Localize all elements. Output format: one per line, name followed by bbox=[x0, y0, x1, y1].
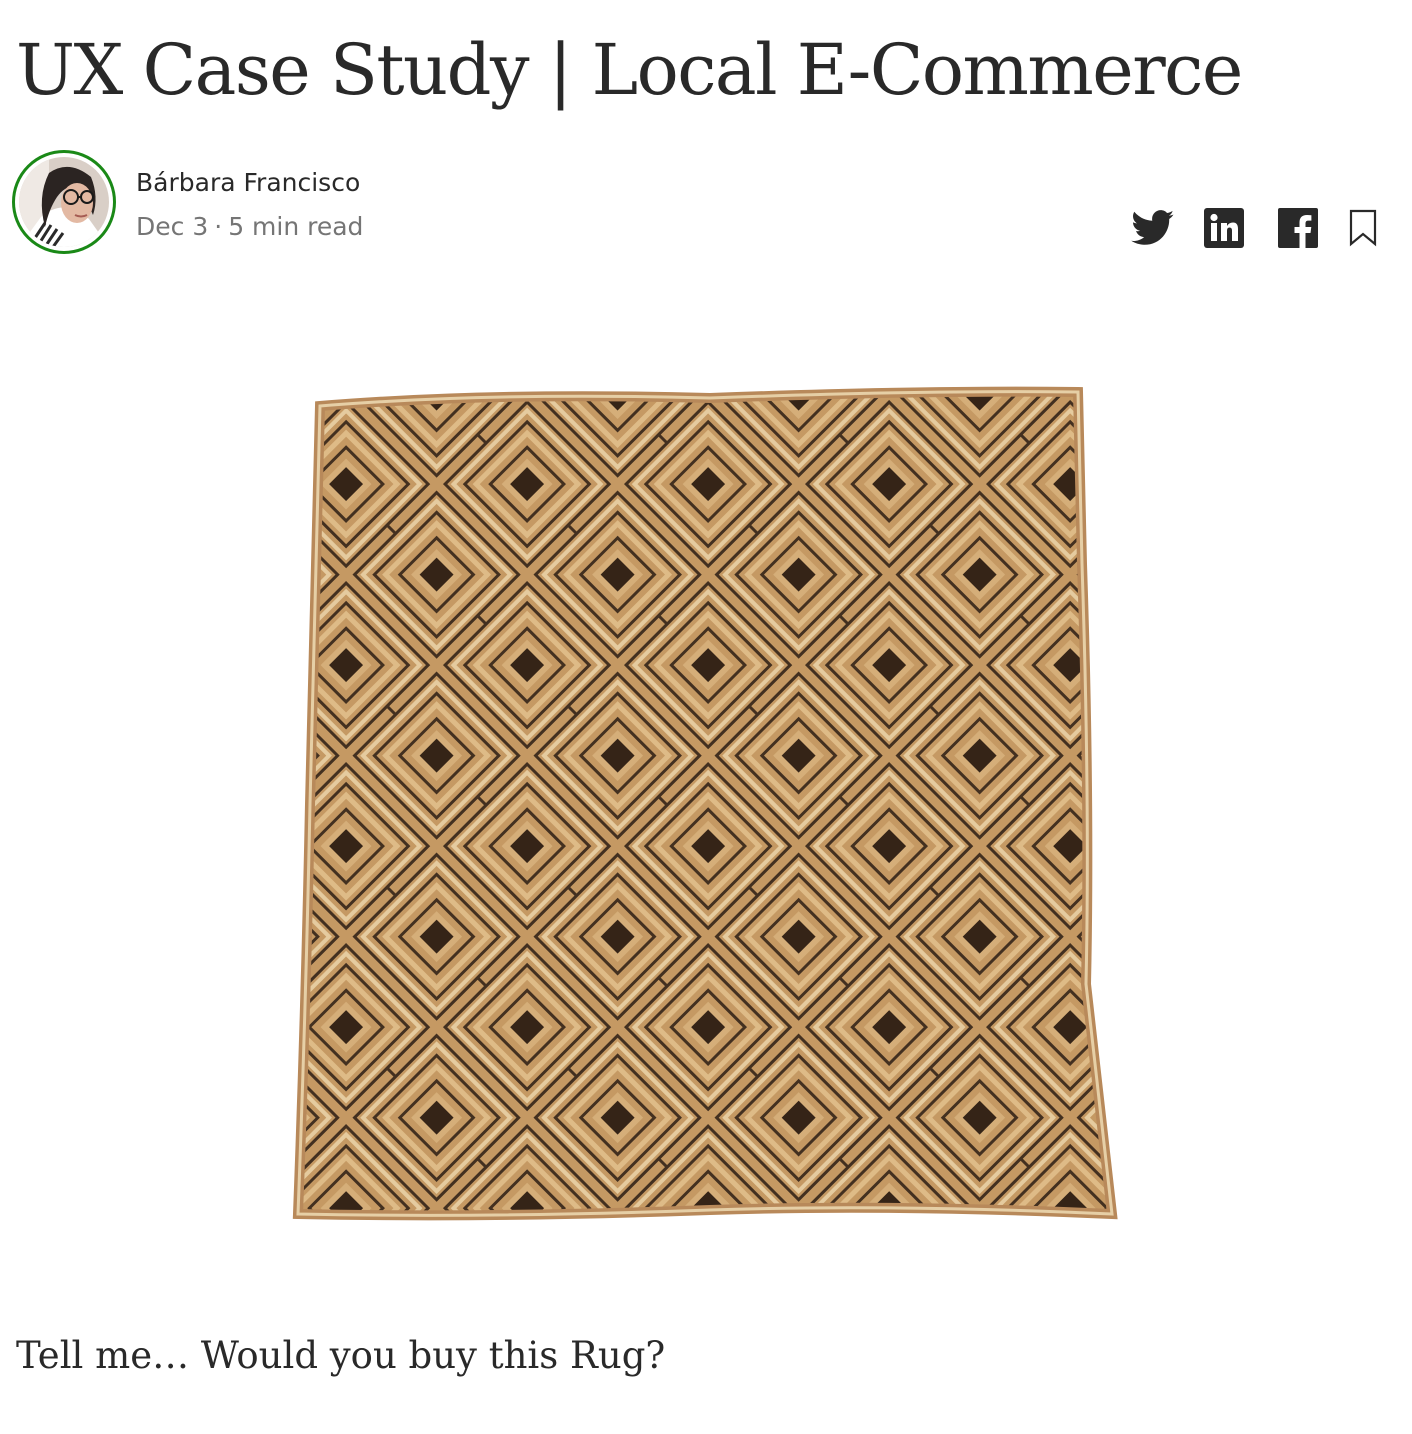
post-meta: Dec 3 · 5 min read bbox=[136, 212, 363, 241]
publish-date: Dec 3 bbox=[136, 212, 209, 241]
author-avatar[interactable] bbox=[12, 150, 116, 254]
hero-image-rug bbox=[290, 384, 1122, 1222]
rug-image bbox=[292, 386, 1118, 1221]
facebook-icon bbox=[1278, 208, 1318, 248]
bookmark-icon bbox=[1349, 209, 1377, 247]
article-first-paragraph: Tell me… Would you buy this Rug? bbox=[16, 1334, 666, 1377]
author-byline: Bárbara Francisco Dec 3 · 5 min read bbox=[12, 150, 532, 266]
twitter-icon bbox=[1131, 210, 1174, 245]
article-title: UX Case Study | Local E-Commerce bbox=[16, 29, 1243, 111]
linkedin-share-button[interactable] bbox=[1204, 208, 1244, 248]
meta-separator: · bbox=[214, 212, 223, 241]
share-actions bbox=[1130, 206, 1378, 250]
bookmark-button[interactable] bbox=[1348, 209, 1378, 247]
linkedin-icon bbox=[1204, 208, 1244, 248]
author-name[interactable]: Bárbara Francisco bbox=[136, 168, 360, 197]
facebook-share-button[interactable] bbox=[1278, 208, 1318, 248]
twitter-share-button[interactable] bbox=[1130, 210, 1176, 246]
read-time: 5 min read bbox=[228, 212, 364, 241]
avatar-photo bbox=[19, 157, 109, 247]
